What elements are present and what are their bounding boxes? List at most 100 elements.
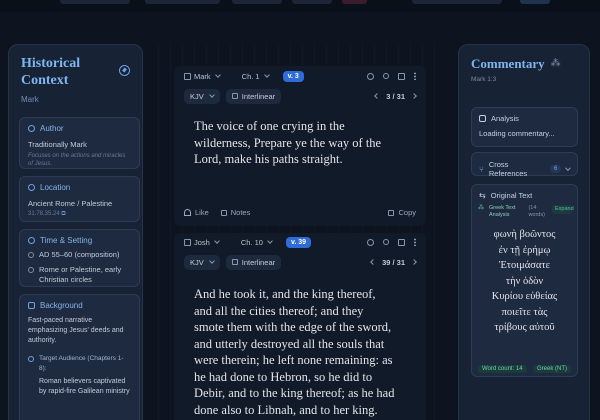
greek-line: Ἑτοιμάσατε <box>498 260 551 271</box>
translation-label: KJV <box>190 91 204 101</box>
commentary-reference: Mark 1:3 <box>471 76 497 83</box>
sparkles-icon[interactable]: ⁂ <box>551 58 561 69</box>
user-icon <box>28 125 35 132</box>
translation-select[interactable]: KJV <box>184 254 220 270</box>
map-pin-icon <box>28 184 35 191</box>
like-button[interactable]: Like <box>195 208 209 217</box>
verse-text: The voice of one crying in the wildernes… <box>194 119 382 166</box>
cross-references-toggle[interactable]: ⑂ Cross References 6 <box>471 152 578 178</box>
time-item: Rome or Palestine, early Christian circl… <box>39 265 122 284</box>
language-badge: Greek (NT) <box>533 365 571 373</box>
book-open-icon <box>479 115 486 122</box>
clock-icon <box>28 237 35 244</box>
globe-icon <box>28 267 34 273</box>
compass-icon[interactable] <box>119 65 130 76</box>
notes-button[interactable]: Notes <box>231 208 251 217</box>
chevron-down-icon <box>263 72 270 78</box>
external-link-icon[interactable]: ⧉ <box>61 211 65 217</box>
chevron-down-icon <box>565 165 571 171</box>
greek-line: ποιεῖτε τὰς <box>501 306 548 318</box>
bookmark-icon[interactable] <box>398 238 405 246</box>
chapter-label: Ch. 1 <box>241 71 260 81</box>
share-icon[interactable] <box>383 239 389 245</box>
greek-text: φωνὴ βοῶντος ἐν τῇ ἐρήμῳ Ἑτοιμάσατε τὴν … <box>472 227 577 336</box>
chevron-down-icon <box>208 258 215 264</box>
toolbar-tab[interactable] <box>145 0 220 4</box>
chevron-down-icon <box>208 92 215 98</box>
branch-icon: ⑂ <box>479 164 484 174</box>
chapter-selector[interactable]: Ch. 1 <box>241 71 270 81</box>
historical-context-panel: Historical Context Mark Author Tradition… <box>8 44 143 420</box>
greek-line: τρίβους αὐτοῦ <box>494 322 555 333</box>
book-icon <box>184 72 191 80</box>
more-icon[interactable] <box>414 72 416 80</box>
chevron-down-icon <box>267 238 273 244</box>
original-text-heading: Original Text <box>490 191 533 200</box>
next-verse-button[interactable] <box>411 93 417 99</box>
search-icon[interactable] <box>367 72 374 80</box>
toolbar-tab[interactable] <box>60 0 130 4</box>
commentary-title: Commentary <box>471 56 545 71</box>
toolbar-tab[interactable] <box>292 0 332 4</box>
greek-line: ἐν τῇ ἐρήμῳ <box>498 244 551 256</box>
next-verse-button[interactable] <box>411 259 417 265</box>
copy-icon <box>388 209 395 216</box>
verse-badge[interactable]: v. 3 <box>282 70 304 82</box>
time-heading: Time & Setting <box>40 236 93 245</box>
audience-label: Target Audience (Chapters 1-8): <box>39 355 124 372</box>
verse-badge[interactable]: v. 39 <box>285 236 312 248</box>
expand-button[interactable]: Expand <box>552 205 574 214</box>
cross-references-heading: Cross References <box>488 160 528 178</box>
analysis-heading: Analysis <box>491 114 519 123</box>
book-icon <box>28 302 35 309</box>
toolbar-tab[interactable] <box>342 0 367 4</box>
translation-select[interactable]: KJV <box>184 88 220 104</box>
language-icon: ⁂ <box>478 205 484 211</box>
book-selector[interactable]: Mark <box>184 72 221 81</box>
toolbar-tab[interactable] <box>520 0 550 4</box>
verse-text: And he took it, and the king thereof, an… <box>194 287 395 417</box>
share-icon[interactable] <box>383 73 389 79</box>
chevron-down-icon <box>214 238 220 244</box>
location-value: Ancient Rome / Palestine <box>28 199 113 208</box>
book-icon <box>184 238 191 246</box>
cross-references-count: 6 <box>550 165 562 173</box>
interlinear-toggle[interactable]: Interlinear <box>225 88 282 104</box>
verse-panel: Mark Ch. 1 v. 3 KJV Interlinear 3 / 31 T… <box>174 66 426 226</box>
book-name: Josh <box>194 237 210 247</box>
bookmark-icon[interactable] <box>398 72 405 80</box>
translation-label: KJV <box>190 257 204 267</box>
calendar-icon <box>28 252 34 258</box>
location-coords: 31.78,35.24 <box>28 211 60 217</box>
location-card: Location Ancient Rome / Palestine 31.78,… <box>19 176 140 222</box>
author-card: Author Traditionally Mark Focuses on the… <box>19 117 140 169</box>
background-card: Background Fast-paced narrative emphasiz… <box>19 294 140 420</box>
chapter-selector[interactable]: Ch. 10 <box>241 238 273 247</box>
panel-title: Historical Context <box>21 56 81 88</box>
heart-icon[interactable] <box>184 209 191 216</box>
original-text-box: ⇆ Original Text ⁂ Greek Text Analysis (14… <box>471 184 578 377</box>
prev-verse-button[interactable] <box>374 93 381 99</box>
analysis-status: Loading commentary... <box>479 129 555 138</box>
layers-icon <box>231 259 238 265</box>
time-setting-card: Time & Setting AD 55–60 (composition) Ro… <box>19 229 140 287</box>
more-icon[interactable] <box>414 238 416 246</box>
greek-source: Greek Text Analysis <box>489 205 516 218</box>
commentary-panel: Commentary ⁂ Mark 1:3 Analysis Loading c… <box>458 44 590 420</box>
verse-panel: Josh Ch. 10 v. 39 KJV Interlinear 39 / 3… <box>174 233 426 420</box>
toolbar-tab[interactable] <box>232 0 282 4</box>
prev-verse-button[interactable] <box>370 259 376 265</box>
search-icon[interactable] <box>367 238 374 246</box>
page-indicator: 39 / 31 <box>382 257 405 267</box>
page-indicator: 3 / 31 <box>386 91 405 101</box>
book-selector[interactable]: Josh <box>184 237 220 247</box>
chevron-down-icon <box>214 72 221 78</box>
author-value: Traditionally Mark <box>28 140 87 149</box>
toolbar-tab[interactable] <box>412 0 502 4</box>
word-total: (14 words) <box>528 205 545 218</box>
audience-text: Roman believers captivated by rapid-fire… <box>39 378 130 395</box>
interlinear-toggle[interactable]: Interlinear <box>225 254 282 270</box>
copy-button[interactable]: Copy <box>398 208 416 217</box>
panel-subtitle: Mark <box>21 95 39 104</box>
mode-label: Interlinear <box>241 91 276 101</box>
